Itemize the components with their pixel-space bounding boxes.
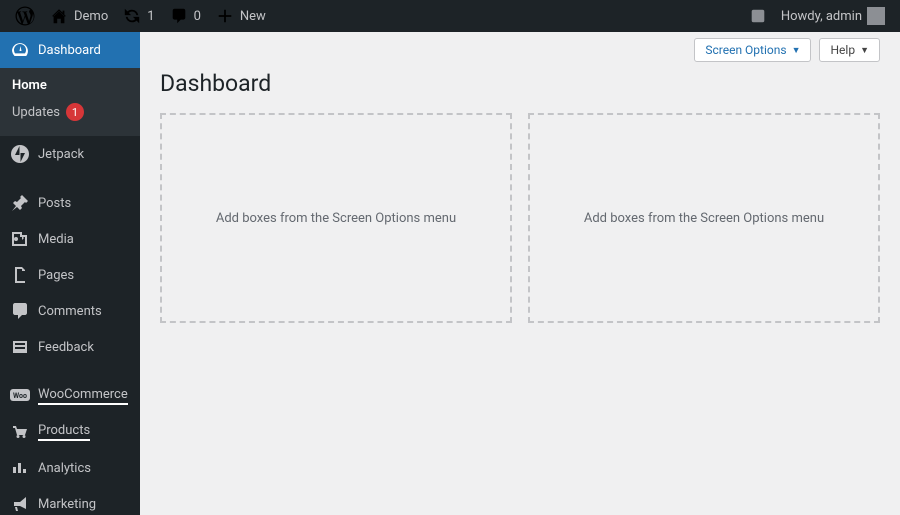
empty-state-text: Add boxes from the Screen Options menu bbox=[216, 211, 456, 226]
widget-dropzone-right[interactable]: Add boxes from the Screen Options menu bbox=[528, 113, 880, 323]
separator bbox=[0, 369, 140, 374]
main-content: Screen Options ▼ Help ▼ Dashboard Add bo… bbox=[140, 32, 900, 515]
widget-dropzone-left[interactable]: Add boxes from the Screen Options menu bbox=[160, 113, 512, 323]
updates-count-text: 1 bbox=[147, 9, 154, 24]
site-name-text: Demo bbox=[74, 9, 108, 24]
sidebar-label: Posts bbox=[38, 196, 71, 211]
dashboard-widgets: Add boxes from the Screen Options menu A… bbox=[160, 113, 880, 323]
sidebar-item-marketing[interactable]: Marketing bbox=[0, 486, 140, 515]
sidebar-item-pages[interactable]: Pages bbox=[0, 257, 140, 293]
submenu-updates[interactable]: Updates 1 bbox=[0, 98, 140, 126]
admin-toolbar-right: Howdy, admin bbox=[748, 0, 892, 32]
page-icon bbox=[10, 265, 30, 285]
chevron-down-icon: ▼ bbox=[860, 45, 869, 56]
sidebar-item-dashboard[interactable]: Dashboard bbox=[0, 32, 140, 68]
new-content-link[interactable]: New bbox=[208, 0, 273, 32]
wp-logo[interactable] bbox=[8, 0, 42, 32]
products-icon bbox=[10, 422, 30, 442]
screen-options-button[interactable]: Screen Options ▼ bbox=[694, 38, 811, 62]
updates-badge: 1 bbox=[66, 103, 84, 121]
sidebar-label: Marketing bbox=[38, 497, 96, 512]
megaphone-icon bbox=[10, 494, 30, 514]
plus-icon bbox=[215, 6, 235, 26]
sidebar-item-feedback[interactable]: Feedback bbox=[0, 329, 140, 365]
refresh-icon bbox=[122, 6, 142, 26]
sidebar-item-media[interactable]: Media bbox=[0, 221, 140, 257]
separator bbox=[0, 176, 140, 181]
sidebar-label: Jetpack bbox=[38, 147, 84, 162]
dashboard-icon bbox=[10, 40, 30, 60]
screen-options-label: Screen Options bbox=[705, 43, 786, 57]
account-link[interactable]: Howdy, admin bbox=[774, 0, 892, 32]
sidebar-label: Comments bbox=[38, 304, 102, 319]
submenu-home[interactable]: Home bbox=[0, 73, 140, 98]
sidebar-item-comments[interactable]: Comments bbox=[0, 293, 140, 329]
sidebar-label: Analytics bbox=[38, 461, 91, 476]
screen-meta-links: Screen Options ▼ Help ▼ bbox=[160, 32, 880, 62]
avatar bbox=[867, 7, 885, 25]
wordpress-icon bbox=[15, 6, 35, 26]
site-name-link[interactable]: Demo bbox=[42, 0, 115, 32]
home-icon bbox=[49, 6, 69, 26]
feedback-icon bbox=[10, 337, 30, 357]
admin-toolbar: Demo 1 0 New Howdy, admin bbox=[0, 0, 900, 32]
dashboard-submenu: Home Updates 1 bbox=[0, 68, 140, 136]
comment-icon bbox=[169, 6, 189, 26]
submenu-label: Updates bbox=[12, 105, 60, 120]
updates-link[interactable]: 1 bbox=[115, 0, 161, 32]
admin-sidebar: Dashboard Home Updates 1 Jetpack Posts M… bbox=[0, 32, 140, 515]
empty-state-text: Add boxes from the Screen Options menu bbox=[584, 211, 824, 226]
pin-icon bbox=[10, 193, 30, 213]
sidebar-label: Feedback bbox=[38, 340, 94, 355]
sidebar-label: WooCommerce bbox=[38, 387, 128, 405]
woocommerce-icon: Woo bbox=[10, 386, 30, 406]
sidebar-item-posts[interactable]: Posts bbox=[0, 185, 140, 221]
sidebar-item-jetpack[interactable]: Jetpack bbox=[0, 136, 140, 172]
analytics-icon bbox=[10, 458, 30, 478]
notification-icon[interactable] bbox=[748, 6, 768, 26]
help-button[interactable]: Help ▼ bbox=[819, 38, 880, 62]
sidebar-label: Products bbox=[38, 423, 90, 441]
sidebar-label: Media bbox=[38, 232, 74, 247]
sidebar-item-analytics[interactable]: Analytics bbox=[0, 450, 140, 486]
submenu-label: Home bbox=[12, 78, 47, 93]
page-title: Dashboard bbox=[160, 62, 880, 113]
sidebar-item-woocommerce[interactable]: Woo WooCommerce bbox=[0, 378, 140, 414]
chevron-down-icon: ▼ bbox=[792, 45, 801, 56]
jetpack-icon bbox=[10, 144, 30, 164]
media-icon bbox=[10, 229, 30, 249]
howdy-text: Howdy, admin bbox=[781, 9, 862, 24]
sidebar-label: Pages bbox=[38, 268, 74, 283]
comments-icon bbox=[10, 301, 30, 321]
svg-text:Woo: Woo bbox=[13, 392, 27, 400]
comments-count-text: 0 bbox=[194, 9, 201, 24]
admin-toolbar-left: Demo 1 0 New bbox=[8, 0, 273, 32]
help-label: Help bbox=[830, 43, 855, 57]
comments-link[interactable]: 0 bbox=[162, 0, 208, 32]
sidebar-item-products[interactable]: Products bbox=[0, 414, 140, 450]
new-label-text: New bbox=[240, 9, 266, 24]
sidebar-label: Dashboard bbox=[38, 43, 101, 58]
